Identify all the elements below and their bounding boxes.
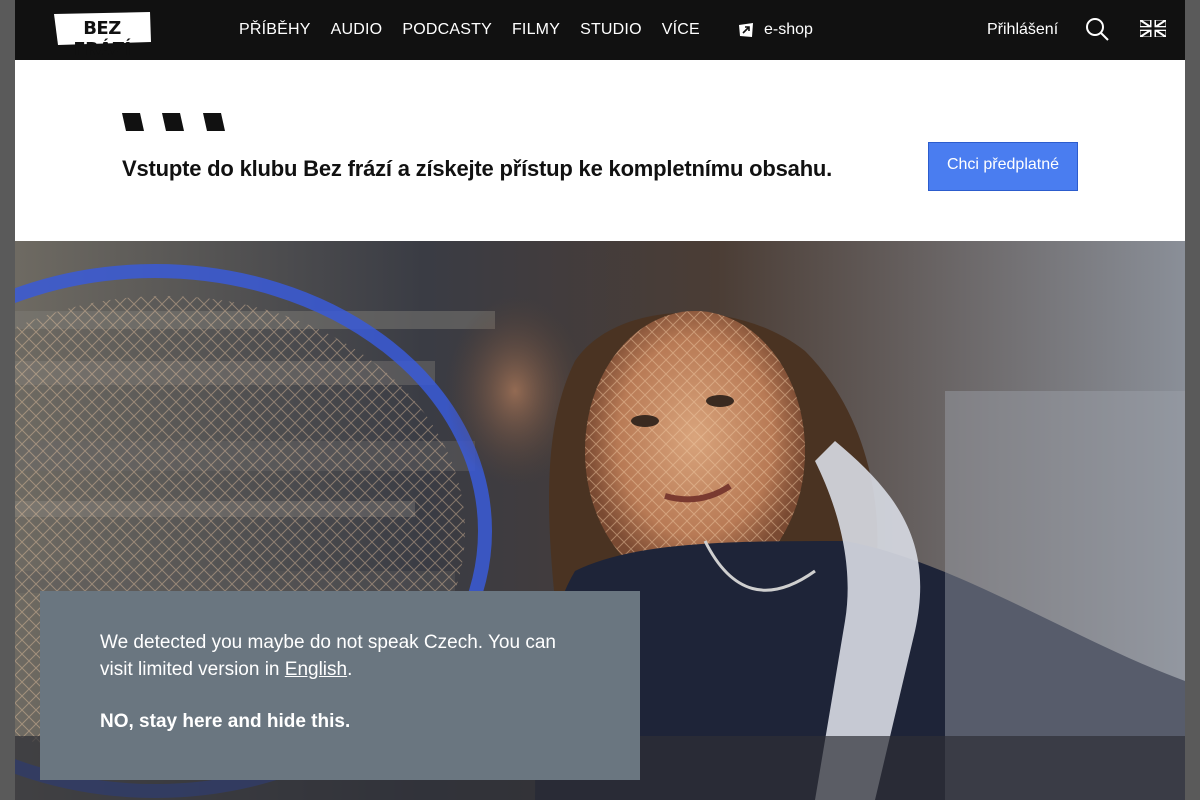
bez-frazi-logo[interactable]: BEZ FRÁZÍ	[52, 12, 152, 60]
language-notice: We detected you maybe do not speak Czech…	[40, 591, 640, 780]
nav-item-pribehy[interactable]: PŘÍBĚHY	[239, 21, 311, 39]
eshop-link[interactable]: e-shop	[738, 0, 813, 60]
notice-text-after: .	[347, 659, 353, 680]
language-notice-text: We detected you maybe do not speak Czech…	[100, 629, 580, 683]
search-icon[interactable]	[1085, 17, 1109, 41]
subscribe-button[interactable]: Chci předplatné	[928, 142, 1078, 191]
top-navigation-bar: BEZ FRÁZÍ PŘÍBĚHY AUDIO PODCASTY FILMY S…	[15, 0, 1185, 60]
main-nav: PŘÍBĚHY AUDIO PODCASTY FILMY STUDIO VÍCE	[239, 0, 720, 60]
english-version-link[interactable]: English	[285, 659, 347, 680]
nav-item-podcasty[interactable]: PODCASTY	[402, 21, 492, 39]
external-link-icon	[738, 22, 754, 38]
stay-and-hide-link[interactable]: NO, stay here and hide this.	[100, 711, 580, 733]
login-link[interactable]: Přihlášení	[987, 0, 1058, 60]
quote-marks-icon	[122, 112, 232, 132]
nav-item-vice[interactable]: VÍCE	[662, 21, 700, 39]
nav-item-studio[interactable]: STUDIO	[580, 21, 642, 39]
eshop-label: e-shop	[764, 21, 813, 38]
nav-item-audio[interactable]: AUDIO	[331, 21, 383, 39]
subscription-promo: Vstupte do klubu Bez frází a získejte př…	[15, 60, 1185, 241]
uk-flag-icon[interactable]	[1139, 19, 1167, 38]
promo-headline: Vstupte do klubu Bez frází a získejte př…	[122, 156, 833, 181]
logo-text: BEZ FRÁZÍ	[73, 18, 131, 60]
nav-item-filmy[interactable]: FILMY	[512, 21, 560, 39]
